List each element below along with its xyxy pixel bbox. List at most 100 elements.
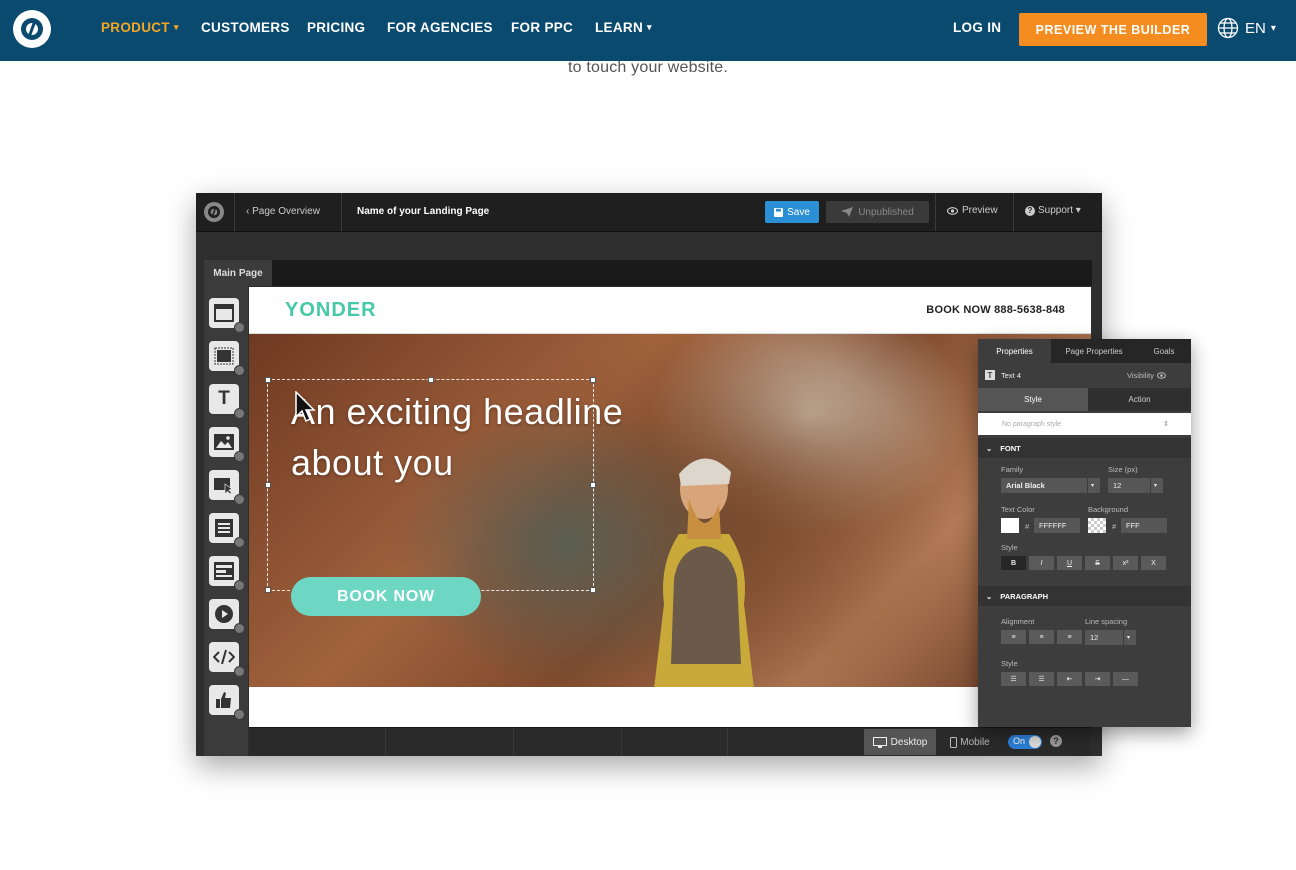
login-link[interactable]: LOG IN bbox=[953, 20, 1001, 35]
indent-icon[interactable]: ⇥ bbox=[1085, 672, 1110, 686]
brand-logo: YONDER bbox=[285, 299, 377, 321]
font-section-header[interactable]: ⌄ FONT bbox=[978, 438, 1191, 458]
align-center-icon[interactable]: ≡ bbox=[1029, 630, 1054, 644]
nav-item-for-ppc[interactable]: FOR PPC bbox=[511, 20, 573, 35]
nav-item-for-agencies[interactable]: FOR AGENCIES bbox=[387, 20, 493, 35]
tab-page-properties[interactable]: Page Properties bbox=[1051, 339, 1137, 363]
element-name: T Text 4 bbox=[985, 370, 1021, 380]
chevron-down-icon[interactable]: ▾ bbox=[1124, 630, 1136, 645]
builder-window: ‹ Page Overview Name of your Landing Pag… bbox=[196, 193, 1102, 756]
intro-text: to touch your website. bbox=[567, 59, 729, 76]
element-toolbar: T bbox=[204, 286, 248, 756]
nav-item-product[interactable]: PRODUCT ▾ bbox=[101, 20, 179, 35]
help-icon: ? bbox=[1025, 205, 1035, 216]
line-spacing-label: Line spacing bbox=[1085, 617, 1128, 626]
underline-button[interactable]: U bbox=[1057, 556, 1082, 570]
text-color-label: Text Color bbox=[1001, 505, 1035, 514]
box-tool-icon[interactable] bbox=[209, 341, 245, 376]
cursor-arrow-icon bbox=[295, 391, 316, 423]
language-selector[interactable]: EN ▾ bbox=[1217, 17, 1276, 39]
preview-button[interactable]: Preview bbox=[947, 205, 998, 216]
hero-headline[interactable]: An exciting headline about you bbox=[291, 386, 623, 488]
preview-builder-button[interactable]: PREVIEW THE BUILDER bbox=[1019, 13, 1207, 46]
hero-image: An exciting headline about you BOOK NOW bbox=[249, 334, 1091, 687]
text-color-field[interactable]: FFFFFF bbox=[1034, 518, 1080, 533]
paragraph-section-header[interactable]: ⌄ PARAGRAPH bbox=[978, 586, 1191, 606]
page-name-field[interactable]: Name of your Landing Page bbox=[357, 206, 489, 217]
desktop-view-button[interactable]: Desktop bbox=[864, 729, 936, 755]
background-label: Background bbox=[1088, 505, 1129, 514]
line-spacing-field[interactable]: 12 bbox=[1085, 630, 1123, 645]
font-family-select[interactable]: Arial Black bbox=[1001, 478, 1087, 493]
form-tool-icon[interactable] bbox=[209, 513, 245, 548]
superscript-button[interactable]: x² bbox=[1113, 556, 1138, 570]
floppy-icon bbox=[774, 207, 784, 217]
background-color-field[interactable]: FFF bbox=[1121, 518, 1167, 533]
italic-button[interactable]: I bbox=[1029, 556, 1054, 570]
outdent-icon[interactable]: ⇤ bbox=[1057, 672, 1082, 686]
paragraph-style-select[interactable]: No paragraph style ⇕ bbox=[978, 413, 1191, 435]
chevron-down-icon: ⌄ bbox=[986, 591, 993, 601]
landing-header: YONDER BOOK NOW 888-5638-848 bbox=[249, 287, 1091, 334]
style-label: Style bbox=[1001, 543, 1018, 552]
tab-main-page[interactable]: Main Page bbox=[204, 260, 272, 286]
properties-panel: Properties Page Properties Goals T Text … bbox=[978, 339, 1191, 727]
globe-icon bbox=[1217, 17, 1239, 39]
support-menu[interactable]: ? Support ▾ bbox=[1025, 205, 1081, 216]
button-tool-icon[interactable] bbox=[209, 470, 245, 505]
select-arrows-icon: ⇕ bbox=[1163, 421, 1169, 428]
tab-properties[interactable]: Properties bbox=[978, 339, 1051, 363]
social-tool-icon[interactable] bbox=[209, 685, 245, 720]
paper-plane-icon bbox=[841, 207, 854, 217]
alignment-label: Alignment bbox=[1001, 617, 1035, 626]
section-tool-icon[interactable] bbox=[209, 298, 245, 333]
paragraph-style-label: Style bbox=[1001, 659, 1018, 668]
nav-item-learn[interactable]: LEARN ▾ bbox=[595, 20, 652, 35]
chevron-down-icon[interactable]: ▾ bbox=[1151, 478, 1163, 493]
font-size-field[interactable]: 12 bbox=[1108, 478, 1150, 493]
mobile-view-button[interactable]: Mobile bbox=[944, 729, 996, 755]
builder-logo-icon[interactable] bbox=[204, 202, 224, 222]
family-label: Family bbox=[1001, 465, 1024, 474]
visibility-toggle[interactable]: Visibility bbox=[1127, 371, 1166, 380]
code-tool-icon[interactable] bbox=[209, 642, 245, 677]
tab-goals[interactable]: Goals bbox=[1137, 339, 1191, 363]
mobile-toggle[interactable]: On bbox=[1008, 735, 1042, 749]
align-right-icon[interactable]: ≡ bbox=[1057, 630, 1082, 644]
eye-icon bbox=[1156, 372, 1166, 379]
text-element-icon: T bbox=[985, 370, 995, 380]
book-now-button[interactable]: BOOK NOW bbox=[291, 577, 481, 616]
hash-symbol: # bbox=[1112, 522, 1117, 531]
unpublished-button[interactable]: Unpublished bbox=[826, 201, 929, 223]
text-tool-icon[interactable]: T bbox=[209, 384, 245, 419]
monitor-icon bbox=[872, 736, 887, 748]
size-label: Size (px) bbox=[1108, 465, 1138, 474]
background-color-swatch[interactable] bbox=[1088, 518, 1106, 533]
save-button[interactable]: Save bbox=[765, 201, 819, 223]
subtab-style[interactable]: Style bbox=[978, 388, 1088, 411]
chevron-down-icon: ▾ bbox=[1270, 22, 1276, 34]
video-tool-icon[interactable] bbox=[209, 599, 245, 634]
subtab-action[interactable]: Action bbox=[1088, 388, 1191, 411]
page-overview-link[interactable]: ‹ Page Overview bbox=[246, 206, 320, 217]
numbered-list-icon[interactable]: ☰ bbox=[1029, 672, 1054, 686]
align-left-icon[interactable]: ≡ bbox=[1001, 630, 1026, 644]
nav-item-customers[interactable]: CUSTOMERS bbox=[201, 20, 290, 35]
bold-button[interactable]: B bbox=[1001, 556, 1026, 570]
page-canvas[interactable]: YONDER BOOK NOW 888-5638-848 An exciting… bbox=[249, 287, 1091, 727]
help-icon[interactable]: ? bbox=[1050, 735, 1062, 747]
text-color-swatch[interactable] bbox=[1001, 518, 1019, 533]
horizontal-rule-icon[interactable]: — bbox=[1113, 672, 1138, 686]
image-tool-icon[interactable] bbox=[209, 427, 245, 462]
hash-symbol: # bbox=[1025, 522, 1030, 531]
page-tab-strip bbox=[204, 260, 1092, 286]
bullet-list-icon[interactable]: ☰ bbox=[1001, 672, 1026, 686]
chevron-down-icon[interactable]: ▾ bbox=[1088, 478, 1100, 493]
clear-format-button[interactable]: X bbox=[1141, 556, 1166, 570]
builder-topbar: ‹ Page Overview Name of your Landing Pag… bbox=[196, 193, 1102, 232]
strikethrough-button[interactable]: S bbox=[1085, 556, 1110, 570]
widget-tool-icon[interactable] bbox=[209, 556, 245, 591]
hiker-figure bbox=[654, 458, 754, 687]
unbounce-logo-icon[interactable] bbox=[13, 10, 51, 48]
nav-item-pricing[interactable]: PRICING bbox=[307, 20, 365, 35]
